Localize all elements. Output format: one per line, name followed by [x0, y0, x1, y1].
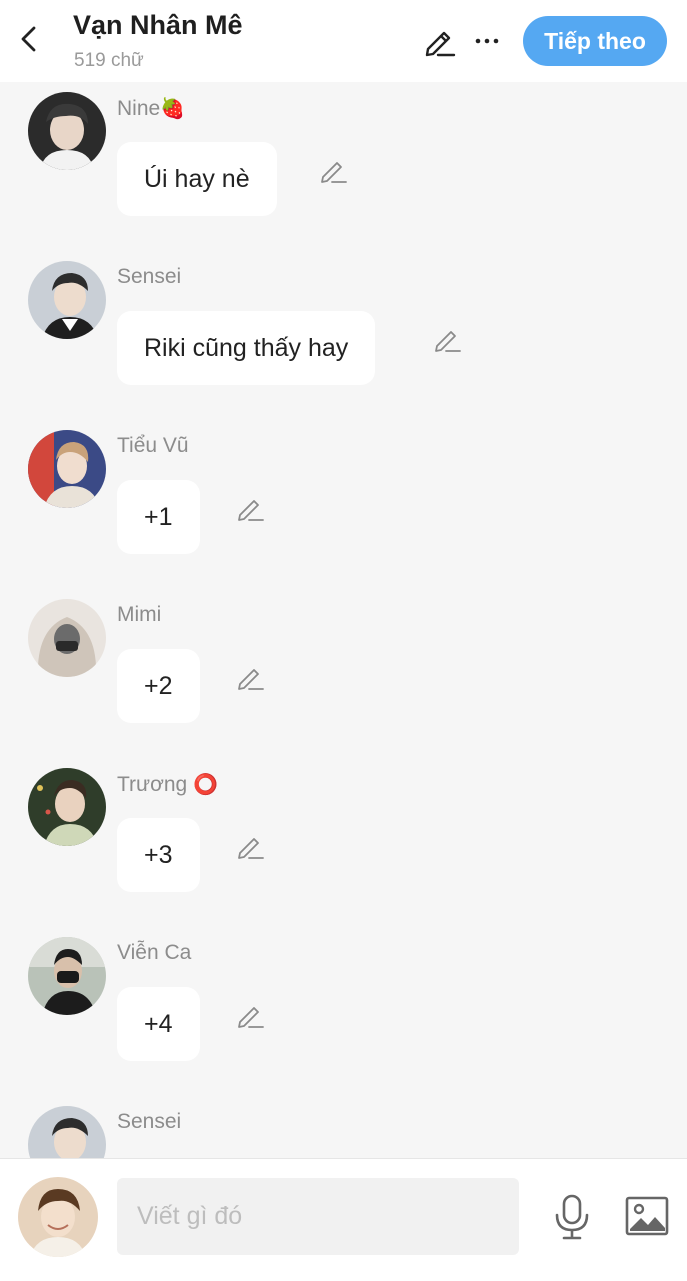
chevron-left-icon — [21, 26, 36, 52]
more-horizontal-icon — [475, 38, 499, 44]
avatar-photo-icon — [28, 937, 106, 1015]
message-list[interactable]: Nine🍓 Úi hay nè Sensei Riki cũng thấy ha… — [0, 82, 687, 1158]
message-item: Sensei — [0, 1096, 687, 1158]
sender-name: Sensei — [117, 265, 182, 288]
avatar-photo-icon — [28, 599, 106, 677]
message-item: Sensei Riki cũng thấy hay — [0, 251, 687, 419]
avatar[interactable] — [28, 937, 106, 1015]
pencil-icon — [238, 1007, 264, 1028]
red-circle-icon: ⭕ — [193, 772, 218, 796]
microphone-icon — [555, 1194, 589, 1240]
sender-name: Sensei — [117, 1110, 182, 1133]
next-button[interactable]: Tiếp theo — [523, 16, 667, 66]
avatar-photo-icon — [28, 92, 106, 170]
message-bubble[interactable]: +3 — [117, 818, 200, 892]
avatar[interactable] — [28, 430, 106, 508]
message-item: Nine🍓 Úi hay nè — [0, 82, 687, 250]
sender-name: Mimi — [117, 603, 162, 626]
pencil-icon — [238, 838, 264, 859]
edit-message-button[interactable] — [432, 325, 462, 355]
avatar[interactable] — [28, 768, 106, 846]
pencil-icon — [321, 162, 347, 183]
sender-name: Tiểu Vũ — [117, 434, 189, 457]
avatar[interactable] — [28, 92, 106, 170]
strawberry-icon: 🍓 — [160, 96, 186, 120]
edit-message-button[interactable] — [318, 156, 348, 186]
message-bubble[interactable]: +1 — [117, 480, 200, 554]
avatar-photo-icon — [28, 1106, 106, 1158]
avatar[interactable] — [28, 261, 106, 339]
message-bubble[interactable]: Úi hay nè — [117, 142, 277, 216]
composer-bar — [0, 1158, 687, 1281]
avatar[interactable] — [28, 1106, 106, 1158]
pencil-icon — [238, 500, 264, 521]
voice-button[interactable] — [551, 1193, 593, 1241]
image-icon — [625, 1196, 669, 1236]
word-count: 519 chữ — [74, 50, 144, 71]
sender-name: Viễn Ca — [117, 941, 192, 964]
avatar-photo-icon — [18, 1177, 98, 1257]
message-item: Trương ⭕ +3 — [0, 758, 687, 926]
message-item: Tiểu Vũ +1 — [0, 420, 687, 588]
message-bubble[interactable]: +4 — [117, 987, 200, 1061]
message-bubble[interactable]: Riki cũng thấy hay — [117, 311, 376, 385]
top-bar: Vạn Nhân Mê 519 chữ Tiếp theo — [0, 0, 687, 82]
avatar-photo-icon — [28, 261, 106, 339]
story-title: Vạn Nhân Mê — [73, 10, 243, 40]
image-button[interactable] — [624, 1195, 670, 1237]
avatar-photo-icon — [28, 768, 106, 846]
avatar-photo-icon — [28, 430, 106, 508]
pencil-icon — [435, 331, 461, 352]
pencil-icon — [425, 31, 456, 57]
message-item: Viễn Ca +4 — [0, 927, 687, 1095]
edit-message-button[interactable] — [235, 1001, 265, 1031]
character-avatar[interactable] — [18, 1177, 98, 1257]
message-input[interactable] — [117, 1178, 519, 1255]
pencil-icon — [238, 669, 264, 690]
edit-message-button[interactable] — [235, 663, 265, 693]
avatar[interactable] — [28, 599, 106, 677]
sender-name: Nine🍓 — [117, 96, 186, 120]
message-item: Mimi +2 — [0, 589, 687, 757]
sender-name: Trương ⭕ — [117, 772, 218, 796]
more-options-button[interactable] — [470, 24, 504, 58]
edit-button[interactable] — [421, 24, 457, 58]
message-bubble[interactable]: +2 — [117, 649, 200, 723]
back-button[interactable] — [14, 22, 44, 56]
edit-message-button[interactable] — [235, 832, 265, 862]
edit-message-button[interactable] — [235, 494, 265, 524]
